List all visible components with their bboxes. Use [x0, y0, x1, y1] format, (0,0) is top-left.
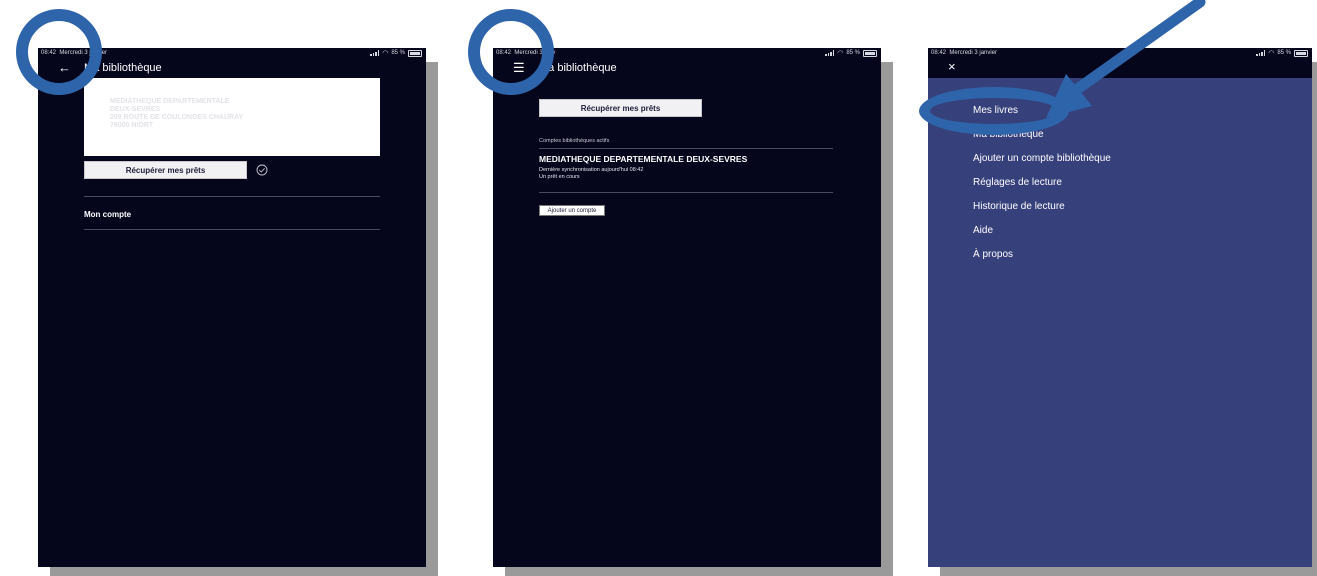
annotation-circle-back	[16, 9, 102, 95]
signal-icon	[825, 50, 835, 56]
wifi-icon: ◠	[837, 50, 844, 57]
close-icon[interactable]: ×	[948, 59, 956, 74]
loans-count-text: Un prêt en cours	[539, 174, 580, 180]
annotation-circle-menu	[468, 9, 554, 95]
menu-item-add-account[interactable]: Ajouter un compte bibliothèque	[973, 153, 1111, 164]
active-accounts-label: Comptes bibliothèques actifs	[539, 138, 610, 144]
library-address: MEDIATHEQUE DEPARTEMENTALE DEUX-SEVRES 2…	[110, 98, 244, 129]
divider	[84, 229, 380, 230]
wifi-icon: ◠	[382, 50, 389, 57]
battery-percent: 85 %	[846, 50, 860, 56]
status-indicators: ◠ 85 %	[1256, 49, 1308, 57]
my-account-label[interactable]: Mon compte	[84, 210, 131, 219]
battery-icon	[1294, 49, 1308, 57]
status-time-date: 08:42 Mercredi 3 janvier	[931, 50, 998, 56]
fetch-loans-button[interactable]: Récupérer mes prêts	[539, 99, 702, 117]
menu-item-reading-settings[interactable]: Réglages de lecture	[973, 177, 1062, 188]
signal-icon	[370, 50, 380, 56]
status-indicators: ◠ 85 %	[370, 49, 422, 57]
library-accounts-screen: 08:42 Mercredi 3 janv ◠ 85 % ☰ Ma biblio…	[493, 48, 881, 567]
last-sync-text: Dernière synchronisation aujourd'hui 08:…	[539, 167, 644, 173]
status-indicators: ◠ 85 %	[825, 49, 877, 57]
library-name[interactable]: MEDIATHEQUE DEPARTEMENTALE DEUX-SEVRES	[539, 154, 747, 164]
battery-percent: 85 %	[1277, 50, 1291, 56]
battery-icon	[863, 49, 877, 57]
battery-icon	[408, 49, 422, 57]
menu-item-about[interactable]: À propos	[973, 249, 1013, 260]
wifi-icon: ◠	[1268, 50, 1275, 57]
check-circle-icon	[256, 164, 268, 176]
library-card: MEDIATHEQUE DEPARTEMENTALE DEUX-SEVRES 2…	[84, 78, 380, 156]
battery-percent: 85 %	[391, 50, 405, 56]
fetch-loans-button[interactable]: Récupérer mes prêts	[84, 161, 247, 179]
divider	[84, 196, 380, 197]
divider	[539, 148, 833, 149]
annotation-arrow	[1046, 0, 1206, 118]
divider	[539, 192, 833, 193]
menu-item-help[interactable]: Aide	[973, 225, 993, 236]
menu-item-reading-history[interactable]: Historique de lecture	[973, 201, 1065, 212]
add-account-button[interactable]: Ajouter un compte	[539, 205, 605, 216]
signal-icon	[1256, 50, 1266, 56]
library-details-screen: 08:42 Mercredi 3 janvier ◠ 85 % ← Ma bib…	[38, 48, 426, 567]
